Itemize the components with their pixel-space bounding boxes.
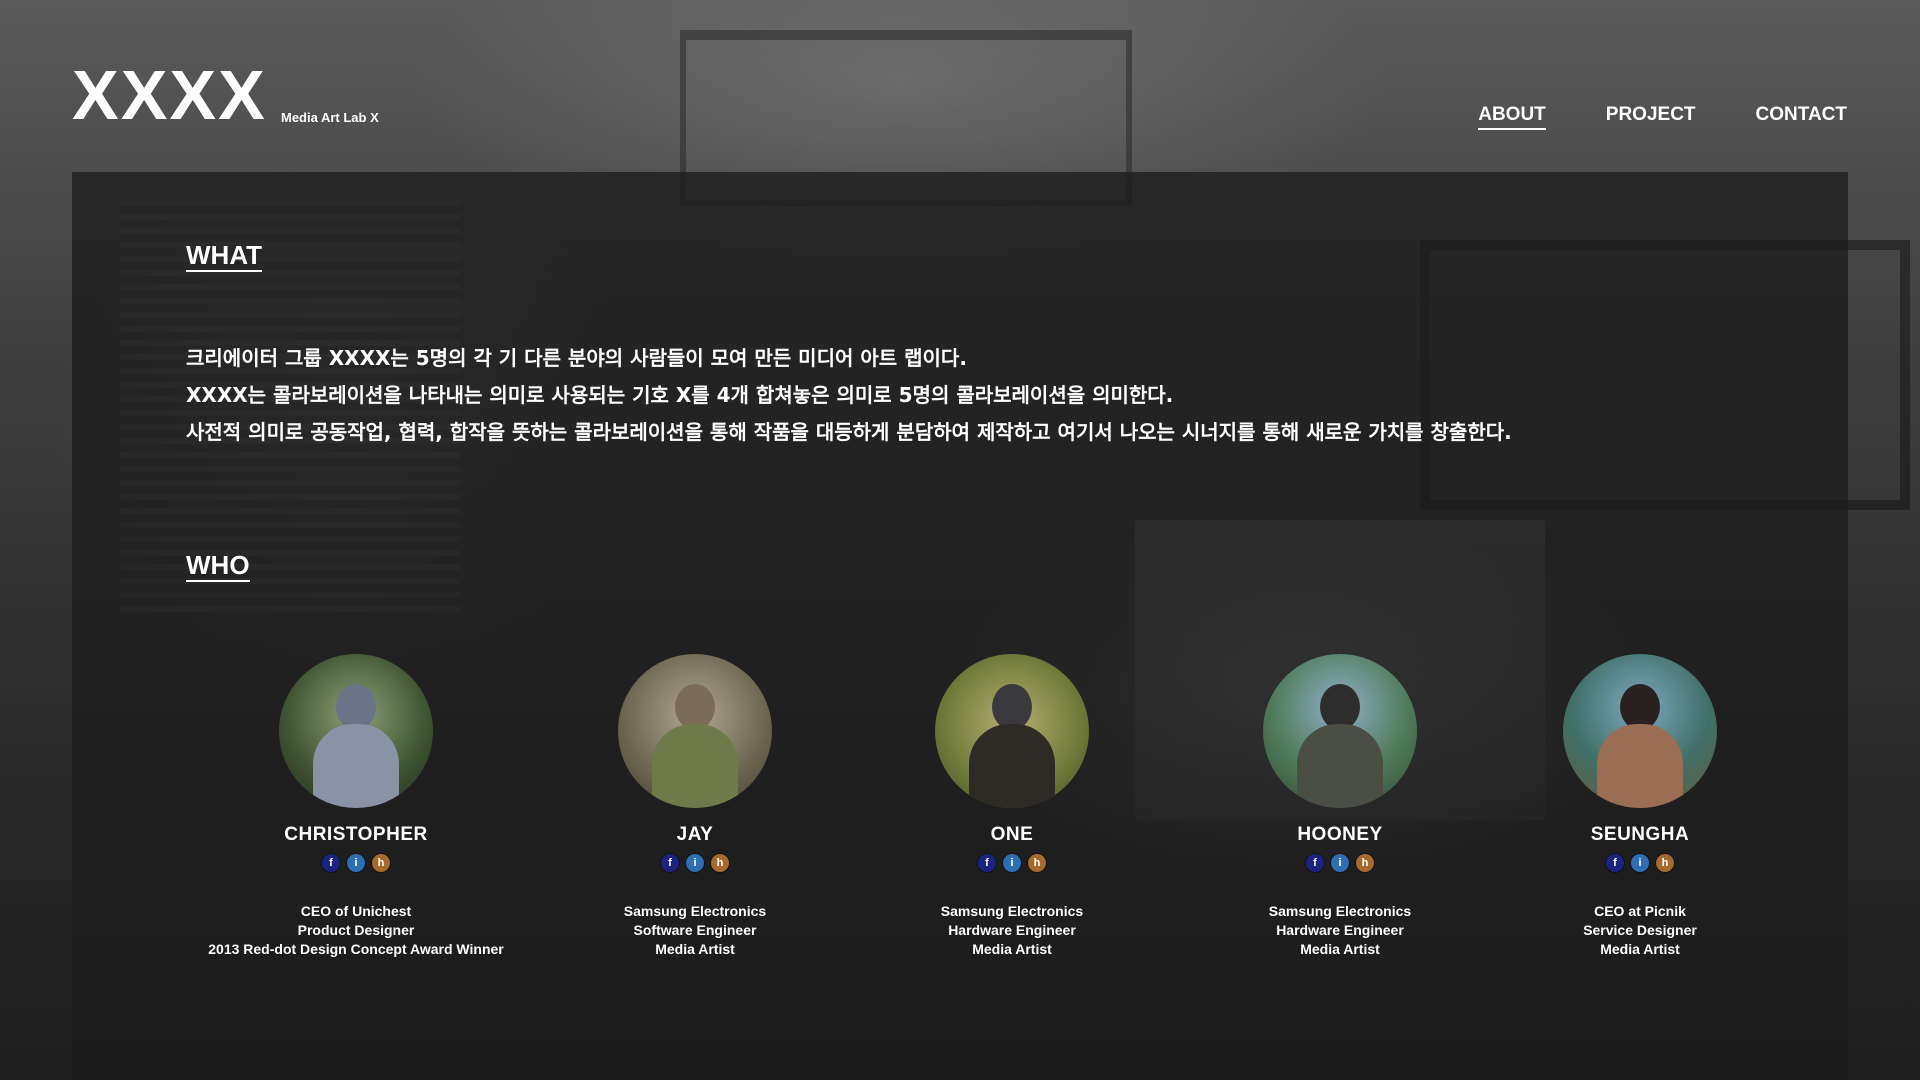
member-role: Hardware Engineer <box>948 922 1076 938</box>
content-panel: WHAT 크리에이터 그룹 XXXX는 5명의 각 기 다른 분야의 사람들이 … <box>72 172 1848 1080</box>
page-background: XXXX Media Art Lab X ABOUT PROJECT CONTA… <box>0 0 1920 1080</box>
member-role: 2013 Red-dot Design Concept Award Winner <box>208 941 504 957</box>
member-role: CEO at Picnik <box>1594 903 1686 919</box>
member-roles: Samsung Electronics Software Engineer Me… <box>515 902 875 959</box>
member-avatar[interactable] <box>1263 654 1417 808</box>
nav-project[interactable]: PROJECT <box>1606 104 1696 130</box>
homepage-icon[interactable]: h <box>1028 854 1046 872</box>
instagram-icon[interactable]: i <box>1331 854 1349 872</box>
member-role: Samsung Electronics <box>940 903 1084 919</box>
member-card: ONE f i h Samsung Electronics Hardware E… <box>832 654 1192 959</box>
member-avatar[interactable] <box>618 654 772 808</box>
member-card: CHRISTOPHER f i h CEO of Unichest Produc… <box>176 654 536 959</box>
member-avatar[interactable] <box>1563 654 1717 808</box>
member-social-links: f i h <box>515 854 875 872</box>
facebook-icon[interactable]: f <box>1306 854 1324 872</box>
facebook-icon[interactable]: f <box>978 854 996 872</box>
what-description: 크리에이터 그룹 XXXX는 5명의 각 기 다른 분야의 사람들이 모여 만든… <box>186 340 1512 451</box>
instagram-icon[interactable]: i <box>347 854 365 872</box>
description-line: XXXX는 콜라보레이션을 나타내는 의미로 사용되는 기호 X를 4개 합쳐놓… <box>186 383 1174 407</box>
member-role: Media Artist <box>1600 941 1680 957</box>
main-nav: ABOUT PROJECT CONTACT <box>1478 104 1847 130</box>
homepage-icon[interactable]: h <box>372 854 390 872</box>
what-heading: WHAT <box>186 240 263 272</box>
homepage-icon[interactable]: h <box>1656 854 1674 872</box>
member-name: ONE <box>990 824 1034 845</box>
member-social-links: f i h <box>176 854 536 872</box>
member-avatar[interactable] <box>279 654 433 808</box>
who-heading: WHO <box>186 550 250 582</box>
homepage-icon[interactable]: h <box>1356 854 1374 872</box>
instagram-icon[interactable]: i <box>1631 854 1649 872</box>
member-role: Media Artist <box>655 941 735 957</box>
member-role: Media Artist <box>972 941 1052 957</box>
facebook-icon[interactable]: f <box>661 854 679 872</box>
member-roles: CEO of Unichest Product Designer 2013 Re… <box>176 902 536 959</box>
member-name: JAY <box>676 824 714 845</box>
site-subtitle: Media Art Lab X <box>281 110 379 125</box>
description-line: 사전적 의미로 공동작업, 협력, 합작을 뜻하는 콜라보레이션을 통해 작품을… <box>186 420 1512 444</box>
homepage-icon[interactable]: h <box>711 854 729 872</box>
member-avatar[interactable] <box>935 654 1089 808</box>
member-name: SEUNGHA <box>1590 824 1690 845</box>
member-role: Service Designer <box>1583 922 1697 938</box>
facebook-icon[interactable]: f <box>1606 854 1624 872</box>
member-name: CHRISTOPHER <box>284 824 428 845</box>
member-roles: CEO at Picnik Service Designer Media Art… <box>1460 902 1820 959</box>
member-role: Product Designer <box>297 922 415 938</box>
instagram-icon[interactable]: i <box>1003 854 1021 872</box>
member-role: Samsung Electronics <box>623 903 767 919</box>
member-card: SEUNGHA f i h CEO at Picnik Service Desi… <box>1460 654 1820 959</box>
member-social-links: f i h <box>1460 854 1820 872</box>
member-card: JAY f i h Samsung Electronics Software E… <box>515 654 875 959</box>
nav-about[interactable]: ABOUT <box>1478 104 1546 130</box>
facebook-icon[interactable]: f <box>322 854 340 872</box>
member-role: Software Engineer <box>633 922 757 938</box>
description-line: 크리에이터 그룹 XXXX는 5명의 각 기 다른 분야의 사람들이 모여 만든… <box>186 346 967 370</box>
member-social-links: f i h <box>832 854 1192 872</box>
member-role: CEO of Unichest <box>300 903 412 919</box>
nav-contact[interactable]: CONTACT <box>1756 104 1847 130</box>
instagram-icon[interactable]: i <box>686 854 704 872</box>
site-logo[interactable]: XXXX <box>72 60 267 130</box>
member-roles: Samsung Electronics Hardware Engineer Me… <box>832 902 1192 959</box>
